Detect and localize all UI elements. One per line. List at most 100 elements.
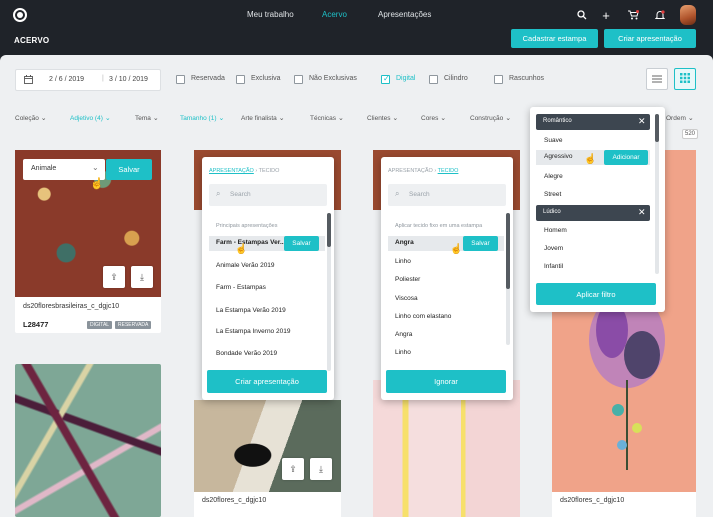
result-count: 520 [682,129,699,139]
list-item[interactable]: Linho [395,258,411,265]
filter-arte-finalista[interactable]: Arte finalista [241,114,285,122]
criar-apresentacao-button[interactable]: Criar apresentação [207,370,327,393]
list-item[interactable]: Suave [544,137,562,144]
search-icon[interactable] [575,8,589,22]
search-placeholder: Search [230,191,251,198]
card-title: ds20floresbrasileiras_c_dgjc10 [23,303,120,310]
adjective-filter-popover: Romântico ✕ Suave Agressivo Adicionar ☝ … [530,107,665,312]
scrollbar-thumb[interactable] [327,213,331,247]
filter-cores[interactable]: Cores [421,114,446,122]
card-code: L28477 [23,320,49,329]
search-placeholder: Search [409,191,430,198]
date-separator: | [102,75,104,82]
app-logo[interactable] [13,8,27,22]
list-item[interactable]: Animale Verão 2019 [216,262,275,269]
add-button[interactable]: Adicionar [604,150,648,165]
list-item[interactable]: Linho com elastano [395,313,451,320]
breadcrumb: APRESENTAÇÃO › TECIDO [209,168,279,174]
search-icon: ⌕ [395,189,400,198]
reservada-checkbox[interactable] [176,75,185,84]
list-item[interactable]: Angra [395,331,412,338]
filter-tecnicas[interactable]: Técnicas [310,114,344,122]
save-button[interactable]: Salvar [463,236,498,251]
list-item[interactable]: Homem [544,227,567,234]
nav-apresentacoes[interactable]: Apresentações [378,10,431,19]
search-input[interactable]: ⌕ Search [388,184,506,206]
breadcrumb-link[interactable]: APRESENTAÇÃO [209,168,254,174]
list-item-label: Angra [395,239,414,246]
list-item[interactable]: La Estampa Verão 2019 [216,307,286,314]
close-icon[interactable]: ✕ [638,116,646,127]
calendar-icon [24,75,33,84]
share-button[interactable]: ⇪ [282,458,304,480]
filter-colecao[interactable]: Coleção [15,114,47,122]
list-item[interactable]: Viscosa [395,295,418,302]
criar-apresentacao-button[interactable]: Criar apresentação [604,29,696,48]
list-item[interactable]: Infantil [544,263,563,270]
cilindro-checkbox[interactable] [429,75,438,84]
list-item-label: Agressivo [544,153,573,160]
nav-acervo[interactable]: Acervo [322,10,347,19]
download-icon: ⤓ [140,271,144,282]
exclusiva-checkbox[interactable] [236,75,245,84]
nao-exclusivas-checkbox[interactable] [294,75,303,84]
date-to[interactable]: 3 / 10 / 2019 [109,76,148,83]
scrollbar-thumb[interactable] [506,213,510,289]
nav-meu-trabalho[interactable]: Meu trabalho [247,10,294,19]
scrollbar-thumb[interactable] [655,114,659,142]
list-item[interactable]: Farm - Estampas [216,284,266,291]
list-item[interactable]: La Estampa Inverno 2019 [216,328,290,335]
apply-filter-button[interactable]: Aplicar filtro [536,283,656,305]
filter-tamanho[interactable]: Tamanho (1) [180,114,224,122]
list-item[interactable]: Bondade Verão 2019 [216,350,277,357]
grid-icon [680,70,690,88]
filter-adjetivo[interactable]: Adjetivo (4) [70,114,111,122]
rascunhos-checkbox[interactable] [494,75,503,84]
list-view-button[interactable] [646,68,668,90]
sort-dropdown[interactable]: Ordem [666,114,694,122]
card-title: ds20flores_c_dgjc10 [560,497,625,504]
list-item[interactable]: Alegre [544,173,563,180]
date-from[interactable]: 2 / 6 / 2019 [49,76,84,83]
pattern-image [373,380,520,517]
download-button[interactable]: ⤓ [131,266,153,288]
bell-icon[interactable] [653,8,667,22]
breadcrumb-prev[interactable]: APRESENTAÇÃO [388,168,433,174]
grid-view-button[interactable] [674,68,696,90]
cadastrar-estampa-button[interactable]: Cadastrar estampa [511,29,598,48]
plus-icon[interactable]: + [599,8,613,23]
date-range-picker[interactable]: 2 / 6 / 2019 | 3 / 10 / 2019 [15,69,161,91]
pattern-card[interactable] [15,364,161,517]
save-button[interactable]: Salvar [284,236,319,251]
digital-checkbox[interactable] [381,74,390,84]
list-item[interactable]: Street [544,191,561,198]
filter-tema[interactable]: Tema [135,114,159,122]
selected-chip: Lúdico ✕ [536,205,650,221]
tag-reservada: RESERVADA [115,321,152,329]
close-icon[interactable]: ✕ [638,207,646,218]
page-title: ACERVO [14,36,50,45]
cart-icon[interactable] [626,8,640,22]
nao-exclusivas-label: Não Exclusivas [309,75,357,82]
chip-label: Romântico [543,118,572,124]
save-button[interactable]: Salvar [106,159,152,180]
share-button[interactable]: ⇪ [103,266,125,288]
filter-construcao[interactable]: Construção [470,114,511,122]
search-input[interactable]: ⌕ Search [209,184,327,206]
card-footer [552,492,696,517]
download-button[interactable]: ⤓ [310,458,332,480]
exclusiva-label: Exclusiva [251,75,281,82]
filter-clientes[interactable]: Clientes [367,114,398,122]
card-title: ds20flores_c_dgjc10 [202,497,267,504]
presentation-popover: APRESENTAÇÃO › TECIDO ⌕ Search Principai… [202,157,334,400]
presentation-select-value: Animale [31,165,57,172]
selected-chip: Romântico ✕ [536,114,650,130]
section-label: Aplicar tecido fixo em uma estampa [395,223,483,229]
download-icon: ⤓ [319,463,323,474]
reservada-label: Reservada [191,75,225,82]
list-item[interactable]: Jovem [544,245,563,252]
avatar[interactable] [680,5,696,25]
list-item[interactable]: Linho [395,349,411,356]
ignorar-button[interactable]: Ignorar [386,370,506,393]
list-item[interactable]: Poliester [395,276,420,283]
